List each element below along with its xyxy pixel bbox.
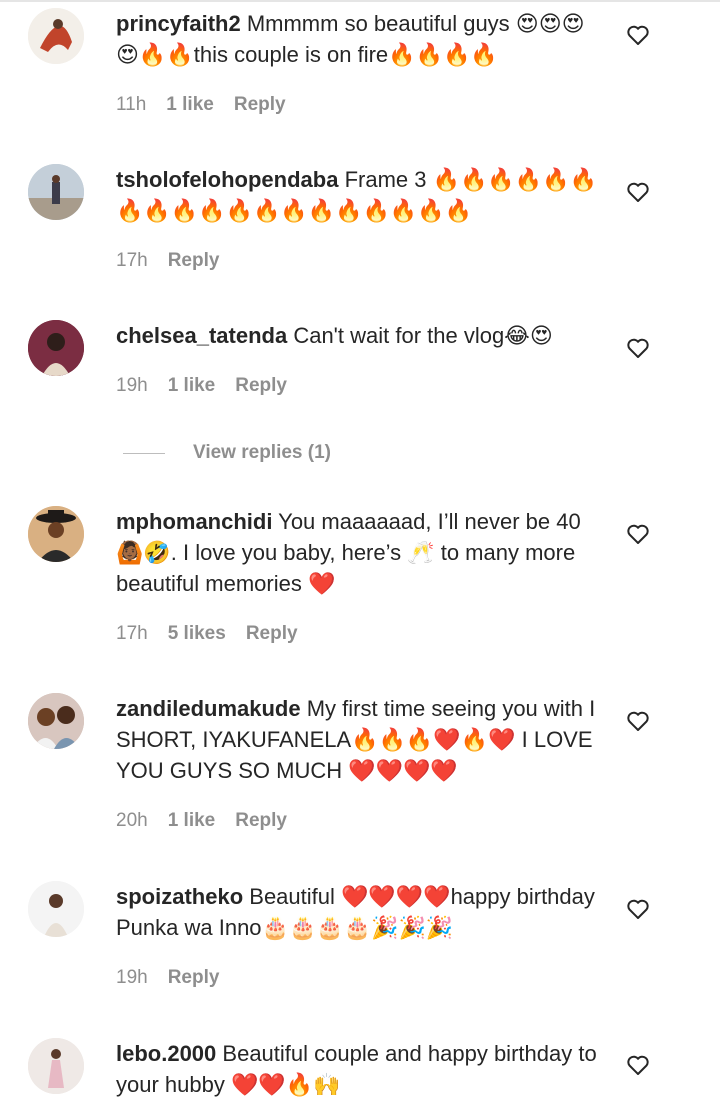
reply-button[interactable]: Reply xyxy=(234,94,286,115)
comment-username[interactable]: chelsea_tatenda xyxy=(116,323,287,348)
like-heart-icon[interactable] xyxy=(626,523,650,545)
reply-button[interactable]: Reply xyxy=(168,250,220,271)
comment-meta: 20h 1 like Reply xyxy=(116,810,606,832)
comment-likes[interactable]: 1 like xyxy=(168,375,216,396)
avatar[interactable] xyxy=(28,164,84,220)
comment-body: Can't wait for the vlog😂😍 xyxy=(293,323,553,348)
comment-time: 17h xyxy=(116,250,148,271)
like-heart-icon[interactable] xyxy=(626,1054,650,1076)
avatar[interactable] xyxy=(28,881,84,937)
comment-meta: 19h 1 like Reply xyxy=(116,375,606,397)
comment-text: lebo.2000 Beautiful couple and happy bir… xyxy=(116,1038,606,1100)
comment-meta: 11h 1 like Reply xyxy=(116,94,606,116)
comment-meta: 19h Reply xyxy=(116,967,606,989)
top-divider xyxy=(0,0,720,2)
comment-username[interactable]: spoizatheko xyxy=(116,884,243,909)
like-heart-icon[interactable] xyxy=(626,24,650,46)
comment-text: mphomanchidi You maaaaaad, I’ll never be… xyxy=(116,506,606,599)
comment-time: 11h xyxy=(116,94,147,115)
comment-username[interactable]: mphomanchidi xyxy=(116,509,272,534)
comment-time: 19h xyxy=(116,375,148,396)
comment-username[interactable]: lebo.2000 xyxy=(116,1041,216,1066)
view-replies-label: View replies (1) xyxy=(193,442,331,463)
reply-button[interactable]: Reply xyxy=(235,375,287,396)
like-heart-icon[interactable] xyxy=(626,710,650,732)
reply-button[interactable]: Reply xyxy=(246,623,298,644)
divider-line xyxy=(123,452,165,454)
avatar[interactable] xyxy=(28,8,84,64)
avatar[interactable] xyxy=(28,506,84,562)
comment-likes[interactable]: 1 like xyxy=(168,810,216,831)
comment-time: 17h xyxy=(116,623,148,644)
comment-likes[interactable]: 1 like xyxy=(166,94,214,115)
comment-text: spoizatheko Beautiful ❤️❤️❤️❤️happy birt… xyxy=(116,881,606,943)
comment-text: tsholofelohopendaba Frame 3 🔥🔥🔥🔥🔥🔥🔥🔥🔥🔥🔥🔥… xyxy=(116,164,606,226)
comment-time: 19h xyxy=(116,967,148,988)
comment-text: zandiledumakude My first time seeing you… xyxy=(116,693,606,786)
view-replies-button[interactable]: View replies (1) xyxy=(123,438,331,468)
reply-button[interactable]: Reply xyxy=(235,810,287,831)
reply-button[interactable]: Reply xyxy=(168,967,220,988)
avatar[interactable] xyxy=(28,320,84,376)
avatar[interactable] xyxy=(28,1038,84,1094)
comment-likes[interactable]: 5 likes xyxy=(168,623,226,644)
comment-username[interactable]: zandiledumakude xyxy=(116,696,301,721)
avatar[interactable] xyxy=(28,693,84,749)
like-heart-icon[interactable] xyxy=(626,181,650,203)
comment-text: chelsea_tatenda Can't wait for the vlog😂… xyxy=(116,320,606,351)
comment-username[interactable]: tsholofelohopendaba xyxy=(116,167,338,192)
comment-text: princyfaith2 Mmmmm so beautiful guys 😍😍😍… xyxy=(116,8,606,70)
like-heart-icon[interactable] xyxy=(626,337,650,359)
comment-time: 20h xyxy=(116,810,148,831)
comment-username[interactable]: princyfaith2 xyxy=(116,11,241,36)
comment-meta: 17h Reply xyxy=(116,250,606,272)
comment-meta: 17h 5 likes Reply xyxy=(116,623,606,645)
like-heart-icon[interactable] xyxy=(626,898,650,920)
